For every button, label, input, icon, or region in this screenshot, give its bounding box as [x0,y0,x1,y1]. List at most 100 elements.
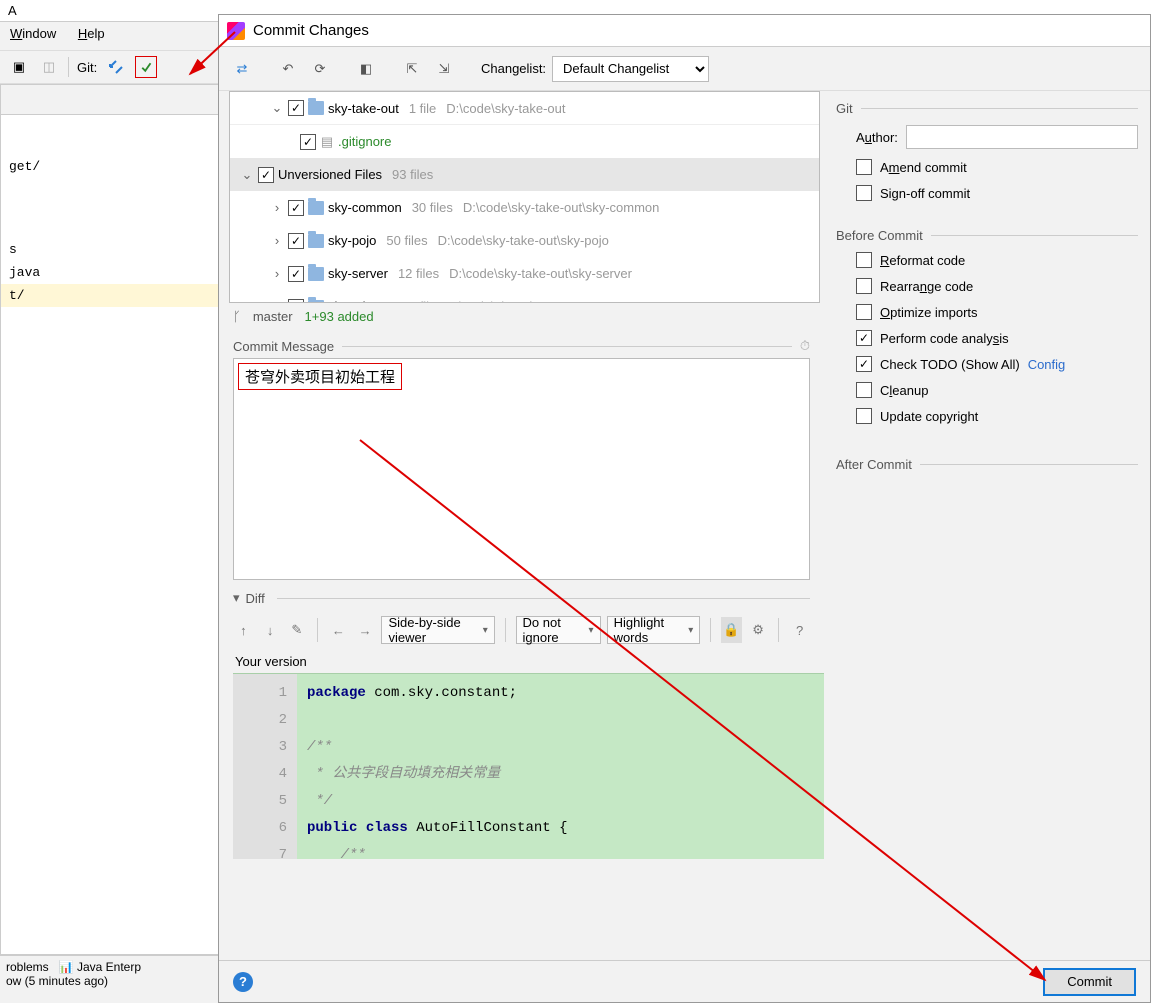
collapse-icon[interactable]: ⇲ [431,56,457,82]
analysis-checkbox[interactable] [856,330,872,346]
checkbox[interactable] [300,134,316,150]
tree-row-gitignore[interactable]: ▤ .gitignore [230,125,819,158]
ignore-select[interactable]: Do not ignore▾ [516,616,601,644]
checkbox[interactable] [258,167,274,183]
folder-icon [308,201,324,215]
sidebar-row[interactable]: s [1,238,219,261]
expand-icon[interactable]: ⇱ [399,56,425,82]
tree-row-module[interactable]: › sky-take-out 1 file D:\code\sky-take-o… [230,290,819,303]
ide-sidebar: get/ s java t/ [0,84,220,955]
sidebar-row[interactable]: get/ [1,155,219,178]
source[interactable]: package com.sky.constant; /** * 公共字段自动填充… [297,674,577,859]
copyright-checkbox[interactable] [856,408,872,424]
analysis-label: Perform code analysis [880,331,1009,346]
dialog-button-bar: ? Commit [219,960,1150,1002]
menu-window[interactable]: WWindowindow [10,26,56,41]
branch-icon: ᚴ [233,309,241,324]
cleanup-checkbox[interactable] [856,382,872,398]
refresh-icon[interactable]: ⟳ [307,56,333,82]
amend-checkbox[interactable] [856,159,872,175]
git-update-icon[interactable] [105,56,127,78]
lock-icon[interactable]: 🔒 [721,617,742,643]
nav-forward-icon[interactable]: → [355,617,376,643]
history-icon[interactable]: ⏱ [800,338,810,354]
chevron-right-icon[interactable]: › [270,233,284,248]
checkbox[interactable] [288,100,304,116]
todo-checkbox[interactable] [856,356,872,372]
checkbox[interactable] [288,233,304,249]
tree-row-module[interactable]: › sky-pojo 50 files D:\code\sky-take-out… [230,224,819,257]
next-diff-icon[interactable]: ↓ [260,617,281,643]
amend-label: Amend commit [880,160,967,175]
dialog-help-icon[interactable]: ? [233,972,253,992]
folder-icon [308,267,324,281]
checkbox[interactable] [288,200,304,216]
tree-row-module[interactable]: › sky-server 12 files D:\code\sky-take-o… [230,257,819,290]
sidebar-row[interactable]: t/ [1,284,219,307]
diff-toolbar: ↑ ↓ ✎ ← → Side-by-side viewer▾ Do not ig… [219,610,824,650]
options-panel: Git Author: Author: Amend commitAmend co… [824,91,1150,960]
tree-row-module[interactable]: › sky-common 30 files D:\code\sky-take-o… [230,191,819,224]
added-count: 1+93 added [305,309,374,324]
reformat-checkbox[interactable] [856,252,872,268]
cleanup-label: Cleanup [880,383,928,398]
commit-button[interactable]: Commit [1043,968,1136,996]
help-icon[interactable]: ? [789,617,810,643]
changes-tree[interactable]: ⌄ sky-take-out 1 file D:\code\sky-take-o… [229,91,820,303]
reformat-label: Reformat code [880,253,965,268]
dialog-titlebar[interactable]: Commit Changes [219,15,1150,47]
footer-status: ow (5 minutes ago) [6,974,108,988]
chevron-down-icon[interactable]: ⌄ [270,100,284,116]
file-icon: ▤ [320,134,334,150]
changelist-select[interactable]: Default Changelist [552,56,709,82]
prev-diff-icon[interactable]: ↑ [233,617,254,643]
rearrange-label: Rearrange code [880,279,973,294]
build-icon[interactable]: ▣ [8,56,30,78]
tree-row-unversioned[interactable]: ⌄ Unversioned Files 93 files [230,158,819,191]
signoff-checkbox[interactable] [856,185,872,201]
changelist-label: Changelist: [481,61,546,76]
cube-icon[interactable]: ◫ [38,56,60,78]
your-version-label: Your version [233,650,824,673]
menu-help[interactable]: HHelpelp [78,26,105,41]
highlight-select[interactable]: Highlight words▾ [607,616,701,644]
chevron-right-icon[interactable]: › [270,266,284,281]
optimize-label: Optimize imports [880,305,978,320]
after-commit-header: After Commit [836,457,912,472]
gear-icon[interactable]: ⚙ [748,617,769,643]
footer-problems[interactable]: roblems [6,960,49,974]
undo-icon[interactable]: ↶ [275,56,301,82]
diff-header: Diff [246,591,265,606]
edit-icon[interactable]: ✎ [286,617,307,643]
checkbox[interactable] [288,266,304,282]
folder-icon [308,101,324,115]
tree-row-root[interactable]: ⌄ sky-take-out 1 file D:\code\sky-take-o… [230,92,819,125]
git-commit-icon[interactable] [135,56,157,78]
footer-java-ent[interactable]: Java Enterp [77,960,141,974]
author-label: Author: [856,130,898,145]
git-label: Git: [77,60,97,75]
intellij-icon [227,22,245,40]
chevron-down-icon[interactable]: ⌄ [240,167,254,183]
nav-back-icon[interactable]: ← [328,617,349,643]
rearrange-checkbox[interactable] [856,278,872,294]
diff-with-local-icon[interactable]: ⇄ [229,56,255,82]
author-input[interactable] [906,125,1138,149]
chevron-right-icon[interactable]: › [270,200,284,215]
branch-name: master [253,309,293,324]
viewer-mode-select[interactable]: Side-by-side viewer▾ [381,616,494,644]
git-section-header: Git [836,101,853,116]
before-commit-header: Before Commit [836,228,923,243]
commit-message-header: Commit Message [233,339,334,354]
chevron-down-icon[interactable]: ▾ [233,590,240,606]
diff-editor: Your version 1234567 package com.sky.con… [233,650,824,859]
todo-configure-link[interactable]: Config [1028,357,1066,372]
sidebar-row[interactable]: java [1,261,219,284]
commit-changes-dialog: Commit Changes ⇄ ↶ ⟳ ◧ ⇱ ⇲ Changelist: D… [218,14,1151,1003]
optimize-checkbox[interactable] [856,304,872,320]
ide-footer: roblems 📊 Java Enterp ow (5 minutes ago) [0,955,220,1003]
commit-message-textarea[interactable]: 苍穹外卖项目初始工程 [233,358,810,580]
todo-label: Check TODO (Show All) [880,357,1020,372]
group-icon[interactable]: ◧ [353,56,379,82]
dialog-toolbar: ⇄ ↶ ⟳ ◧ ⇱ ⇲ Changelist: Default Changeli… [219,47,1150,91]
